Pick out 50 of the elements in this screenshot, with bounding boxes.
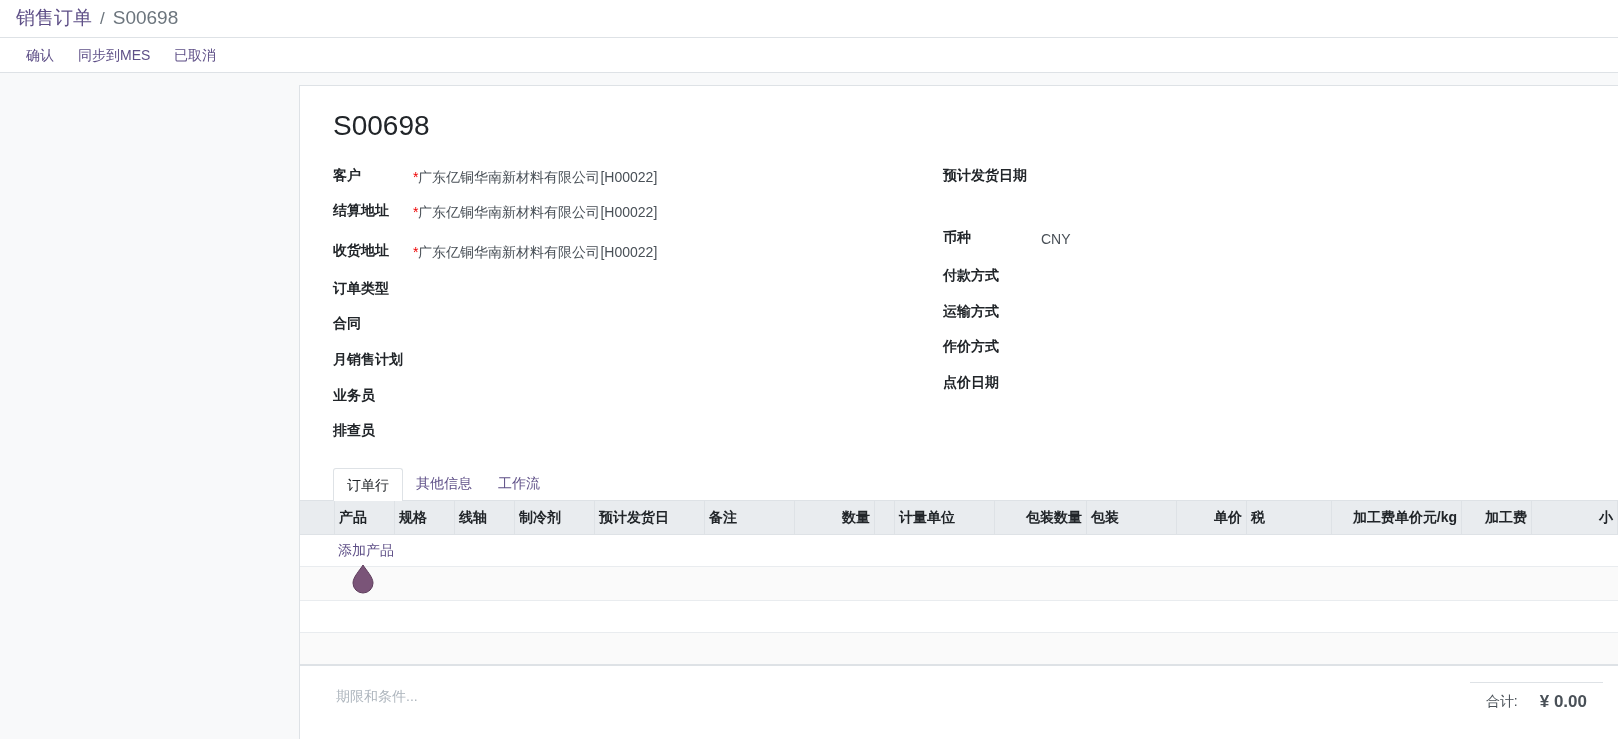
field-value[interactable]: 广东亿铜华南新材料有限公司[H00022] xyxy=(418,202,658,223)
column-header[interactable]: 制冷剂 xyxy=(519,507,561,528)
field-label: 点价日期 xyxy=(943,373,1000,392)
field-label: 币种 xyxy=(943,228,972,247)
field-value[interactable]: CNY xyxy=(1041,229,1071,250)
breadcrumb-current: S00698 xyxy=(112,6,179,31)
field-label: 客户 xyxy=(333,166,362,185)
total-value: ¥ 0.00 xyxy=(1539,691,1587,713)
field-label: 业务员 xyxy=(333,386,376,405)
field-label: 预计发货日期 xyxy=(943,166,1028,185)
column-header[interactable]: 规格 xyxy=(399,507,427,528)
field-label: 合同 xyxy=(333,314,362,333)
column-header[interactable]: 加工费单价元/kg xyxy=(1352,507,1457,528)
column-header[interactable]: 产品 xyxy=(339,507,367,528)
column-header[interactable]: 备注 xyxy=(709,507,737,528)
column-header[interactable]: 加工费 xyxy=(1485,507,1527,528)
record-title: S00698 xyxy=(333,109,431,143)
column-header[interactable]: 包装 xyxy=(1091,507,1119,528)
field-label: 运输方式 xyxy=(943,302,1000,321)
column-header[interactable]: 线轴 xyxy=(459,507,487,528)
required-mark: * xyxy=(413,243,419,262)
tab[interactable]: 订单行 xyxy=(333,468,403,501)
field-value[interactable]: 广东亿铜华南新材料有限公司[H00022] xyxy=(418,167,658,188)
required-mark: * xyxy=(413,203,419,222)
column-header[interactable]: 单价 xyxy=(1214,507,1242,528)
field-label: 排查员 xyxy=(333,421,376,440)
action-button[interactable]: 已取消 xyxy=(164,40,227,70)
column-header[interactable]: 税 xyxy=(1251,507,1265,528)
field-value[interactable]: 广东亿铜华南新材料有限公司[H00022] xyxy=(418,242,658,263)
column-header[interactable]: 包装数量 xyxy=(1026,507,1082,528)
field-label: 付款方式 xyxy=(943,266,1000,285)
drop-icon xyxy=(352,564,374,594)
total-label: 合计: xyxy=(1485,692,1518,712)
column-header[interactable]: 小 xyxy=(1599,507,1613,528)
breadcrumb-link[interactable]: 销售订单 xyxy=(16,4,92,33)
required-mark: * xyxy=(413,168,419,187)
column-header[interactable]: 计量单位 xyxy=(899,507,955,528)
tab[interactable]: 工作流 xyxy=(485,467,553,500)
field-label: 收货地址 xyxy=(333,241,390,260)
field-label: 结算地址 xyxy=(333,201,390,220)
field-label: 作价方式 xyxy=(943,337,1000,356)
action-button[interactable]: 确认 xyxy=(16,40,64,70)
add-product-link[interactable]: 添加产品 xyxy=(338,540,394,561)
action-button[interactable]: 同步到MES xyxy=(68,40,161,70)
field-label: 订单类型 xyxy=(333,279,390,298)
tab[interactable]: 其他信息 xyxy=(403,467,485,500)
column-header[interactable]: 预计发货日 xyxy=(599,507,669,528)
column-header[interactable]: 数量 xyxy=(842,507,870,528)
breadcrumb-separator: / xyxy=(100,7,105,30)
field-label: 月销售计划 xyxy=(333,350,404,369)
